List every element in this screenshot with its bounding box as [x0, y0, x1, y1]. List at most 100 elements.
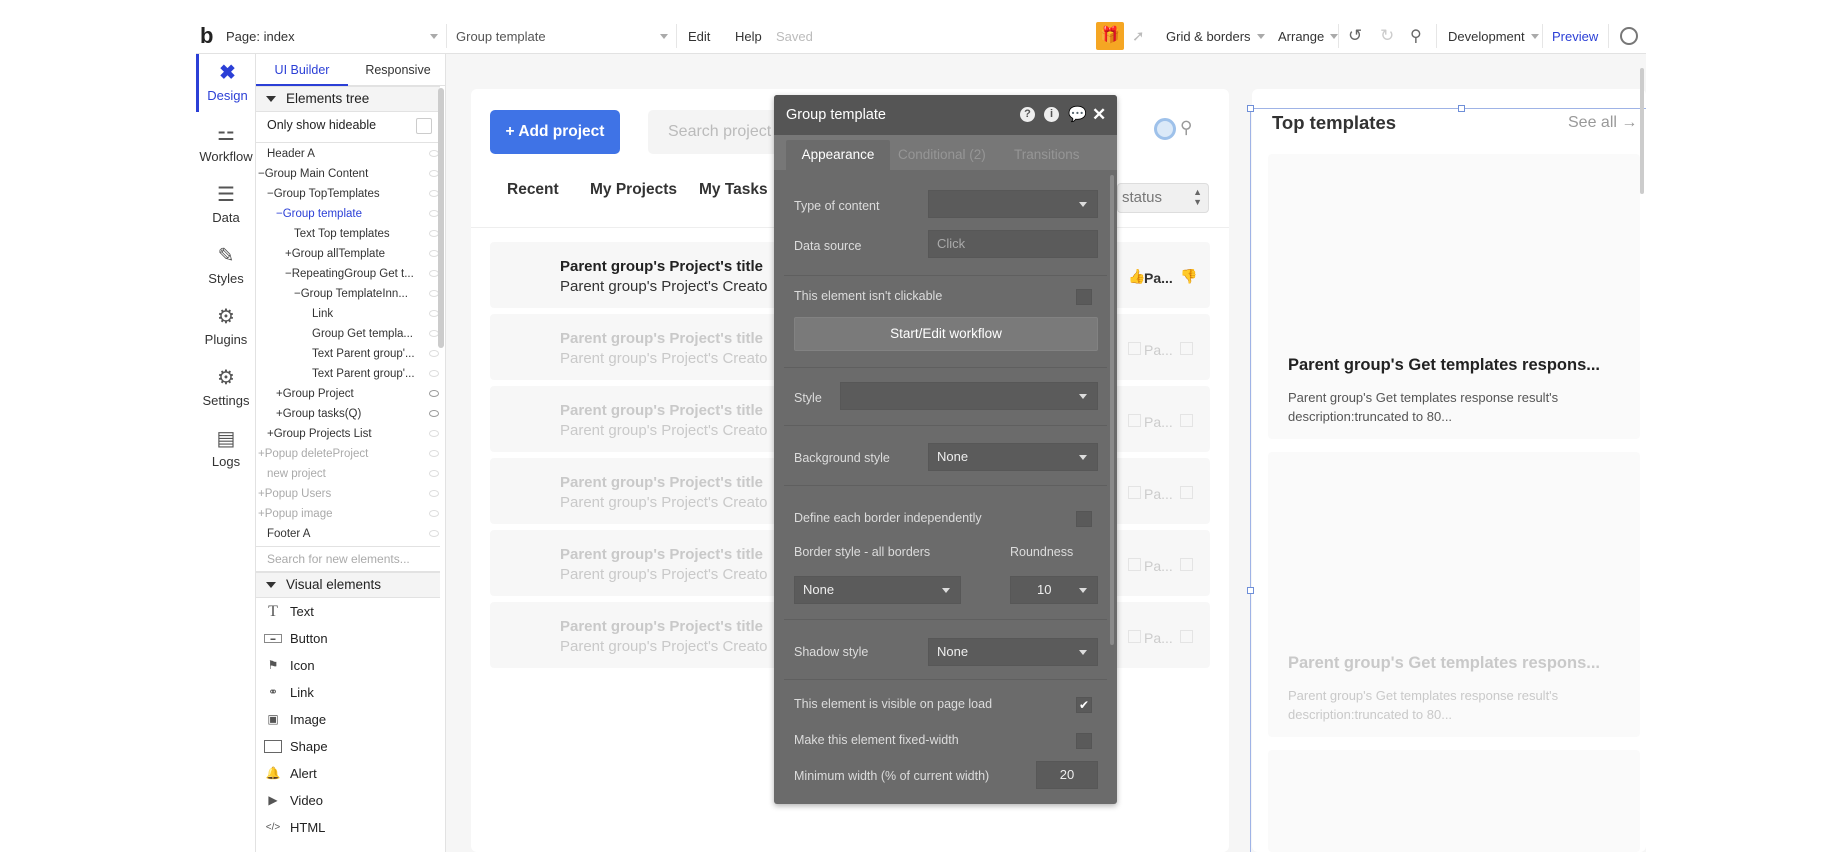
dialog-scrollbar[interactable] [1110, 175, 1114, 645]
tab-conditional[interactable]: Conditional (2) [898, 147, 986, 162]
visual-element-link[interactable]: ⚭ Link [256, 679, 440, 706]
min-width-input[interactable]: 20 [1036, 761, 1098, 789]
resize-handle[interactable] [1247, 587, 1254, 594]
visual-element-icon[interactable]: ⚑ Icon [256, 652, 440, 679]
eye-icon[interactable] [429, 350, 439, 357]
undo-icon[interactable]: ↺ [1348, 18, 1362, 54]
tree-item[interactable]: Footer A [267, 524, 439, 544]
thumbs-up-icon[interactable] [1128, 558, 1141, 571]
eye-icon[interactable] [429, 470, 439, 477]
thumbs-up-icon[interactable] [1128, 342, 1141, 355]
tab-appearance[interactable]: Appearance [786, 140, 890, 170]
thumbs-down-icon[interactable] [1180, 342, 1193, 355]
grid-borders-menu[interactable]: Grid & borders [1166, 18, 1265, 54]
thumbs-up-icon[interactable] [1128, 486, 1141, 499]
visual-element-html[interactable]: </> HTML [256, 814, 440, 841]
tree-item[interactable]: +Group Projects List [267, 424, 439, 444]
nav-logs[interactable]: ▤ Logs [196, 420, 256, 478]
nav-settings[interactable]: ⚙ Settings [196, 359, 256, 417]
template-card[interactable] [1268, 750, 1640, 852]
tree-item[interactable]: Text Parent group'... [312, 364, 439, 384]
visual-elements-header[interactable]: Visual elements [256, 572, 440, 598]
tree-item[interactable]: −RepeatingGroup Get t... [285, 264, 439, 284]
template-card[interactable]: Parent group's Get templates respons... … [1268, 452, 1640, 737]
eye-icon[interactable] [429, 390, 439, 397]
tab-responsive[interactable]: Responsive [352, 54, 444, 86]
tab-my-tasks[interactable]: My Tasks [699, 181, 768, 199]
tab-my-projects[interactable]: My Projects [590, 181, 677, 199]
see-all-link[interactable]: See all → [1568, 114, 1637, 132]
nav-styles[interactable]: ✎ Styles [196, 237, 256, 295]
thumbs-up-icon[interactable] [1128, 414, 1141, 427]
style-dropdown[interactable] [840, 382, 1098, 410]
tab-transitions[interactable]: Transitions [1014, 147, 1080, 162]
tree-item[interactable]: Text Top templates [294, 224, 439, 244]
tree-item[interactable]: Text Parent group'... [312, 344, 439, 364]
search-icon[interactable]: ⚲ [1410, 18, 1422, 54]
tree-item[interactable]: −Group TemplateInn... [294, 284, 439, 304]
account-icon[interactable] [1620, 27, 1638, 45]
fixed-width-checkbox[interactable] [1076, 733, 1092, 749]
thumbs-down-icon[interactable] [1180, 414, 1193, 427]
comment-icon[interactable]: 💬 [1068, 95, 1087, 135]
only-show-hideable-checkbox[interactable] [416, 118, 432, 134]
tree-item[interactable]: +Popup Users [258, 484, 439, 504]
tree-item[interactable]: −Group Main Content [258, 164, 439, 184]
search-icon[interactable]: ⚲ [1180, 118, 1192, 138]
close-icon[interactable]: ✕ [1092, 95, 1106, 135]
canvas-scrollbar[interactable] [1640, 68, 1644, 194]
dialog-header[interactable]: Group template ? i 💬 ✕ [774, 95, 1117, 135]
add-project-button[interactable]: + Add project [490, 110, 620, 154]
background-style-dropdown[interactable]: None [928, 443, 1098, 471]
tree-item[interactable]: +Group tasks(Q) [276, 404, 439, 424]
thumbs-down-icon[interactable] [1180, 486, 1193, 499]
border-style-dropdown[interactable]: None [794, 576, 961, 604]
not-clickable-checkbox[interactable] [1076, 289, 1092, 305]
arrange-menu[interactable]: Arrange [1278, 18, 1339, 54]
tree-item[interactable]: new project [267, 464, 439, 484]
eye-icon[interactable] [429, 530, 439, 537]
eye-icon[interactable] [429, 370, 439, 377]
thumbs-up-icon[interactable] [1128, 630, 1141, 643]
nav-workflow[interactable]: ⚍ Workflow [196, 115, 256, 173]
info-icon[interactable]: i [1044, 107, 1059, 122]
search-icon[interactable] [1154, 118, 1176, 140]
visual-element-alert[interactable]: 🔔 Alert [256, 760, 440, 787]
eye-icon[interactable] [429, 490, 439, 497]
tree-item[interactable]: +Group Project [276, 384, 439, 404]
roundness-dropdown[interactable]: 10 [1010, 576, 1098, 604]
eye-icon[interactable] [429, 450, 439, 457]
element-search-input[interactable]: Search for new elements... [256, 546, 440, 572]
tree-item[interactable]: −Group template [276, 204, 439, 224]
preview-button[interactable]: Preview [1552, 18, 1598, 54]
redo-icon[interactable]: ↻ [1380, 18, 1394, 54]
tab-ui-builder[interactable]: UI Builder [256, 54, 348, 86]
project-search-input[interactable]: Search project [648, 110, 788, 154]
page-selector[interactable]: Page: index [226, 18, 438, 54]
visual-element-video[interactable]: ▶ Video [256, 787, 440, 814]
eye-icon[interactable] [429, 410, 439, 417]
tree-item[interactable]: Header A [267, 144, 439, 164]
tree-item[interactable]: +Popup deleteProject [258, 444, 439, 464]
bubble-logo[interactable]: b [200, 18, 213, 54]
visible-on-load-checkbox[interactable]: ✔ [1076, 697, 1092, 713]
define-borders-checkbox[interactable] [1076, 511, 1092, 527]
visual-element-shape[interactable]: Shape [256, 733, 440, 760]
elements-tree-header[interactable]: Elements tree [256, 86, 440, 112]
start-edit-workflow-button[interactable]: Start/Edit workflow [794, 317, 1098, 351]
tree-scrollbar[interactable] [438, 88, 444, 348]
data-source-input[interactable]: Click [928, 230, 1098, 258]
nav-plugins[interactable]: ⚙ Plugins [196, 298, 256, 356]
tree-item[interactable]: +Group allTemplate [285, 244, 439, 264]
status-filter-select[interactable]: status ▲ ▼ [1117, 183, 1209, 213]
resize-handle[interactable] [1247, 105, 1254, 112]
help-icon[interactable]: ? [1020, 107, 1035, 122]
cursor-icon[interactable]: ➚ [1132, 18, 1145, 54]
visual-element-button[interactable]: ▬ Button [256, 625, 440, 652]
tree-item[interactable]: Group Get templa... [312, 324, 439, 344]
thumbs-down-icon[interactable] [1180, 558, 1193, 571]
nav-design[interactable]: ✖ Design [196, 54, 256, 112]
tab-recent[interactable]: Recent [507, 181, 559, 199]
thumbs-down-icon[interactable]: 👎 [1180, 268, 1197, 285]
environment-selector[interactable]: Development [1448, 18, 1539, 54]
